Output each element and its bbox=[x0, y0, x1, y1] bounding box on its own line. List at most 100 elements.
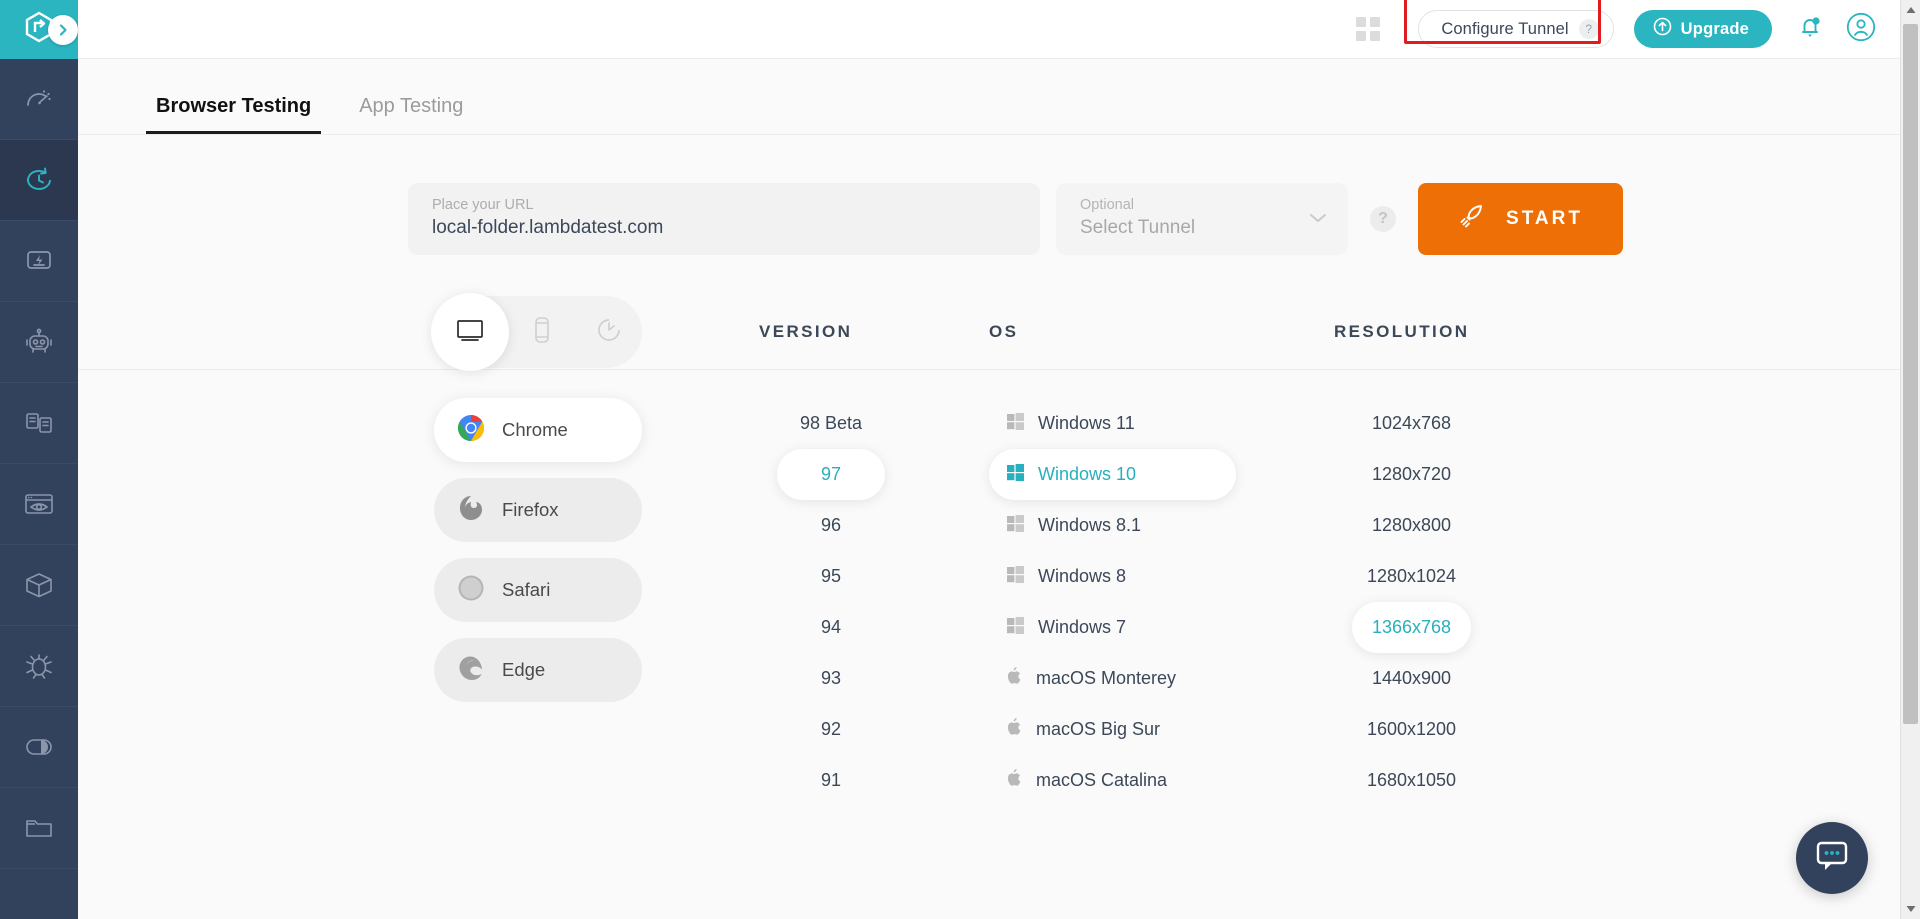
edge-icon bbox=[456, 653, 486, 688]
browser-item-safari[interactable]: Safari bbox=[434, 558, 642, 622]
resolution-item[interactable]: 1024x768 bbox=[1352, 398, 1471, 449]
browser-item-firefox[interactable]: Firefox bbox=[434, 478, 642, 542]
sidebar-item-ab-testing[interactable] bbox=[0, 707, 78, 788]
os-item[interactable]: macOS Big Sur bbox=[989, 704, 1236, 755]
browser-item-firefox-label: Firefox bbox=[502, 499, 559, 521]
chat-support-button[interactable] bbox=[1796, 822, 1868, 894]
os-item[interactable]: macOS Catalina bbox=[989, 755, 1236, 806]
sidebar-item-visual-testing[interactable] bbox=[0, 464, 78, 545]
os-item-label: Windows 8 bbox=[1038, 566, 1126, 587]
version-item[interactable]: 92 bbox=[777, 704, 885, 755]
sidebar-item-real-time-testing[interactable] bbox=[0, 140, 78, 221]
user-avatar-icon bbox=[1846, 12, 1876, 47]
tunnel-help-badge[interactable]: ? bbox=[1579, 19, 1599, 39]
version-item[interactable]: 93 bbox=[777, 653, 885, 704]
device-toggle-desktop[interactable] bbox=[431, 293, 509, 371]
url-input[interactable]: Place your URL local-folder.lambdatest.c… bbox=[408, 183, 1040, 255]
lightning-screen-icon bbox=[24, 246, 54, 276]
documents-icon bbox=[24, 409, 54, 437]
resolution-item[interactable]: 1280x720 bbox=[1352, 449, 1471, 500]
sidebar-item-web-testing[interactable] bbox=[0, 221, 78, 302]
version-item-selected[interactable]: 97 bbox=[777, 449, 885, 500]
browser-item-edge[interactable]: Edge bbox=[434, 638, 642, 702]
desktop-monitor-icon bbox=[453, 315, 487, 350]
upload-circle-icon bbox=[1653, 17, 1672, 41]
os-item-label: Windows 7 bbox=[1038, 617, 1126, 638]
tab-browser-testing[interactable]: Browser Testing bbox=[146, 95, 321, 134]
apple-icon bbox=[1007, 769, 1022, 792]
tunnel-select[interactable]: Optional Select Tunnel bbox=[1056, 183, 1348, 255]
os-item-label: macOS Monterey bbox=[1036, 668, 1176, 689]
right-region: Configure Tunnel ? Upgrade bbox=[78, 0, 1920, 919]
top-bar: Configure Tunnel ? Upgrade bbox=[78, 0, 1920, 59]
firefox-icon bbox=[456, 493, 486, 528]
resolution-item[interactable]: 1280x1024 bbox=[1352, 551, 1471, 602]
notification-bell-icon bbox=[1796, 13, 1824, 46]
sidebar-item-test-logs[interactable] bbox=[0, 383, 78, 464]
url-input-value: local-folder.lambdatest.com bbox=[432, 215, 1018, 241]
sidebar-expand-button[interactable] bbox=[48, 15, 78, 45]
tab-browser-testing-label: Browser Testing bbox=[156, 95, 311, 117]
configure-tunnel-area: Configure Tunnel ? bbox=[1418, 10, 1613, 48]
version-item[interactable]: 95 bbox=[777, 551, 885, 602]
testing-tabs: Browser Testing App Testing bbox=[78, 59, 1920, 135]
mobile-phone-icon bbox=[532, 315, 552, 350]
rocket-icon bbox=[1458, 201, 1488, 237]
os-item[interactable]: Windows 8 bbox=[989, 551, 1236, 602]
browser-item-edge-label: Edge bbox=[502, 659, 545, 681]
windows-icon bbox=[1007, 413, 1024, 435]
resolution-item[interactable]: 1680x1050 bbox=[1352, 755, 1471, 806]
package-box-icon bbox=[23, 570, 55, 600]
tunnel-select-label: Optional bbox=[1080, 195, 1326, 215]
realtime-clock-icon bbox=[23, 164, 55, 196]
scroll-down-arrow-icon[interactable] bbox=[1901, 899, 1920, 919]
configure-tunnel-button[interactable]: Configure Tunnel ? bbox=[1418, 10, 1613, 48]
device-toggle-recent[interactable] bbox=[576, 296, 643, 368]
os-item[interactable]: Windows 8.1 bbox=[989, 500, 1236, 551]
windows-icon bbox=[1007, 515, 1024, 537]
user-avatar-button[interactable] bbox=[1846, 12, 1876, 47]
windows-icon bbox=[1007, 464, 1024, 486]
browser-item-chrome[interactable]: Chrome bbox=[434, 398, 642, 462]
os-item[interactable]: macOS Monterey bbox=[989, 653, 1236, 704]
sidebar-item-projects[interactable] bbox=[0, 788, 78, 869]
grid-apps-icon[interactable] bbox=[1356, 17, 1380, 41]
tab-app-testing[interactable]: App Testing bbox=[349, 95, 473, 134]
version-item[interactable]: 94 bbox=[777, 602, 885, 653]
columns-header-row: VERSION OS RESOLUTION bbox=[78, 295, 1920, 369]
os-item-label: Windows 11 bbox=[1038, 413, 1135, 434]
resolution-item-selected[interactable]: 1366x768 bbox=[1352, 602, 1471, 653]
browser-list: Chrome Firefox bbox=[434, 398, 642, 806]
device-type-toggle bbox=[434, 296, 642, 368]
browser-item-safari-label: Safari bbox=[502, 579, 550, 601]
column-header-os: OS bbox=[989, 322, 1334, 342]
chevron-down-icon bbox=[1308, 211, 1328, 229]
version-item[interactable]: 98 Beta bbox=[777, 398, 885, 449]
os-item[interactable]: Windows 11 bbox=[989, 398, 1236, 449]
folder-icon bbox=[24, 815, 54, 841]
sidebar-item-bug-tracking[interactable] bbox=[0, 626, 78, 707]
sidebar-item-dashboard[interactable] bbox=[0, 59, 78, 140]
os-list: Windows 11 Windows 10 Windows 8.1 bbox=[989, 398, 1334, 806]
scrollbar-thumb[interactable] bbox=[1903, 24, 1918, 724]
sidebar-item-automation[interactable] bbox=[0, 302, 78, 383]
os-item-selected[interactable]: Windows 10 bbox=[989, 449, 1236, 500]
device-toggle-mobile[interactable] bbox=[509, 296, 576, 368]
column-header-version: VERSION bbox=[759, 322, 989, 342]
os-item[interactable]: Windows 7 bbox=[989, 602, 1236, 653]
launch-help-icon[interactable]: ? bbox=[1370, 206, 1396, 232]
upgrade-button[interactable]: Upgrade bbox=[1634, 10, 1772, 48]
resolution-item[interactable]: 1600x1200 bbox=[1352, 704, 1471, 755]
version-item[interactable]: 96 bbox=[777, 500, 885, 551]
resolution-item[interactable]: 1280x800 bbox=[1352, 500, 1471, 551]
notifications-button[interactable] bbox=[1796, 13, 1824, 46]
sidebar-item-integrations[interactable] bbox=[0, 545, 78, 626]
speedometer-icon bbox=[24, 84, 54, 114]
robot-icon bbox=[23, 327, 55, 357]
start-button[interactable]: START bbox=[1418, 183, 1623, 255]
version-item[interactable]: 91 bbox=[777, 755, 885, 806]
resolution-item[interactable]: 1440x900 bbox=[1352, 653, 1471, 704]
scroll-up-arrow-icon[interactable] bbox=[1901, 0, 1920, 20]
page-scrollbar[interactable] bbox=[1900, 0, 1920, 919]
browser-item-chrome-label: Chrome bbox=[502, 419, 568, 441]
